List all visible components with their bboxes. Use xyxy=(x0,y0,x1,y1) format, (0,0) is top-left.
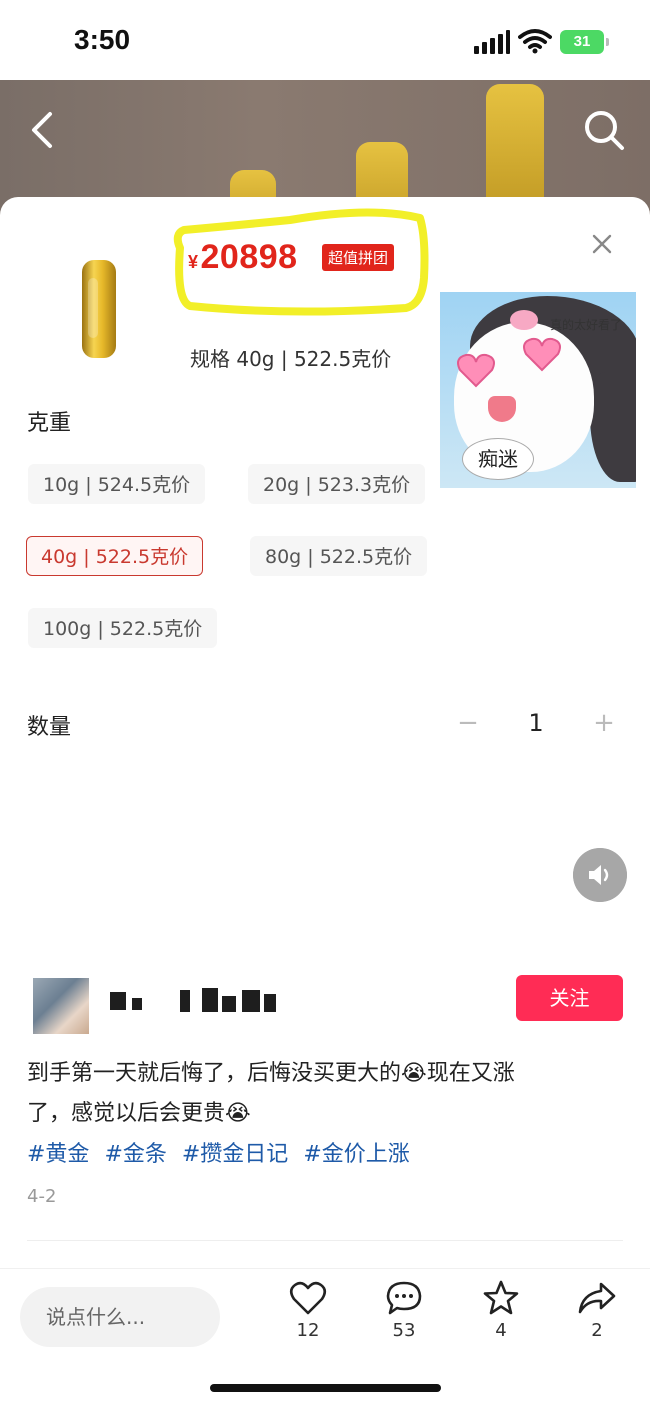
wifi-icon xyxy=(518,29,552,54)
avatar[interactable] xyxy=(33,978,89,1034)
group-buy-badge: 超值拼团 xyxy=(322,244,395,271)
search-icon[interactable] xyxy=(582,108,626,152)
status-bar: 3:50 31 xyxy=(0,0,650,80)
hashtag-link[interactable]: #金价上涨 xyxy=(303,1142,409,1167)
hashtag-list: #黄金 #金条 #攒金日记 #金价上涨 xyxy=(27,1136,418,1168)
home-indicator xyxy=(210,1384,441,1392)
share-button[interactable]: 2 xyxy=(567,1280,627,1350)
divider xyxy=(27,1240,623,1241)
status-time: 3:50 xyxy=(74,24,131,55)
star-icon xyxy=(483,1280,519,1315)
price-area: ¥20898 超值拼团 xyxy=(170,208,432,318)
sticker-image: 真的太好看了 痴迷 xyxy=(440,292,636,488)
price-value: 20898 xyxy=(200,238,298,276)
heart-eye-icon xyxy=(523,337,561,372)
comment-icon xyxy=(386,1281,422,1315)
quantity-value[interactable]: 1 xyxy=(500,697,572,749)
share-count: 2 xyxy=(591,1320,603,1341)
increase-button[interactable]: + xyxy=(582,697,626,749)
heart-eye-icon xyxy=(457,353,495,388)
sticker-bubble: 痴迷 xyxy=(462,438,534,480)
like-count: 12 xyxy=(296,1320,320,1341)
skull-icon xyxy=(510,310,538,330)
quantity-stepper: − 1 + xyxy=(446,697,626,749)
follow-button[interactable]: 关注 xyxy=(516,975,623,1021)
sticker-caption: 真的太好看了 xyxy=(550,318,623,332)
weight-option-40g[interactable]: 40g | 522.5克价 xyxy=(26,536,204,576)
close-icon[interactable] xyxy=(588,230,616,258)
sound-icon[interactable] xyxy=(573,848,627,902)
username-redacted[interactable] xyxy=(110,986,280,1016)
weight-option-100g[interactable]: 100g | 522.5克价 xyxy=(28,608,218,648)
signal-icon xyxy=(474,30,510,54)
weight-label: 克重 xyxy=(27,411,72,436)
favorite-button[interactable]: 4 xyxy=(471,1280,531,1350)
selected-spec: 规格 40g | 522.5克价 xyxy=(190,347,392,371)
heart-icon xyxy=(289,1281,327,1315)
comment-input[interactable]: 说点什么... xyxy=(20,1287,220,1347)
hashtag-link[interactable]: #金条 xyxy=(104,1142,166,1167)
comment-count: 53 xyxy=(392,1320,416,1341)
weight-option-80g[interactable]: 80g | 522.5克价 xyxy=(250,536,428,576)
share-icon xyxy=(578,1282,616,1314)
battery-indicator: 31 xyxy=(560,30,609,54)
hashtag-link[interactable]: #黄金 xyxy=(27,1142,89,1167)
post-caption-line: 到手第一天就后悔了，后悔没买更大的😭现在又涨 xyxy=(27,1061,515,1086)
quantity-label: 数量 xyxy=(27,715,72,740)
like-button[interactable]: 12 xyxy=(278,1280,338,1350)
weight-option-10g[interactable]: 10g | 524.5克价 xyxy=(28,464,206,504)
favorite-count: 4 xyxy=(495,1320,507,1341)
gold-bar-thumbnail xyxy=(82,260,116,358)
currency-symbol: ¥ xyxy=(188,252,199,272)
weight-option-20g[interactable]: 20g | 523.3克价 xyxy=(248,464,426,504)
comment-button[interactable]: 53 xyxy=(374,1280,434,1350)
post-caption-line: 了，感觉以后会更贵😭 xyxy=(27,1101,251,1126)
post-caption: 到手第一天就后悔了，后悔没买更大的😭现在又涨 了，感觉以后会更贵😭 xyxy=(27,1054,623,1134)
decrease-button[interactable]: − xyxy=(446,697,490,749)
back-icon[interactable] xyxy=(26,110,62,150)
hashtag-link[interactable]: #攒金日记 xyxy=(182,1142,288,1167)
post-date: 4-2 xyxy=(27,1186,57,1207)
price-text: ¥20898 xyxy=(188,238,298,277)
